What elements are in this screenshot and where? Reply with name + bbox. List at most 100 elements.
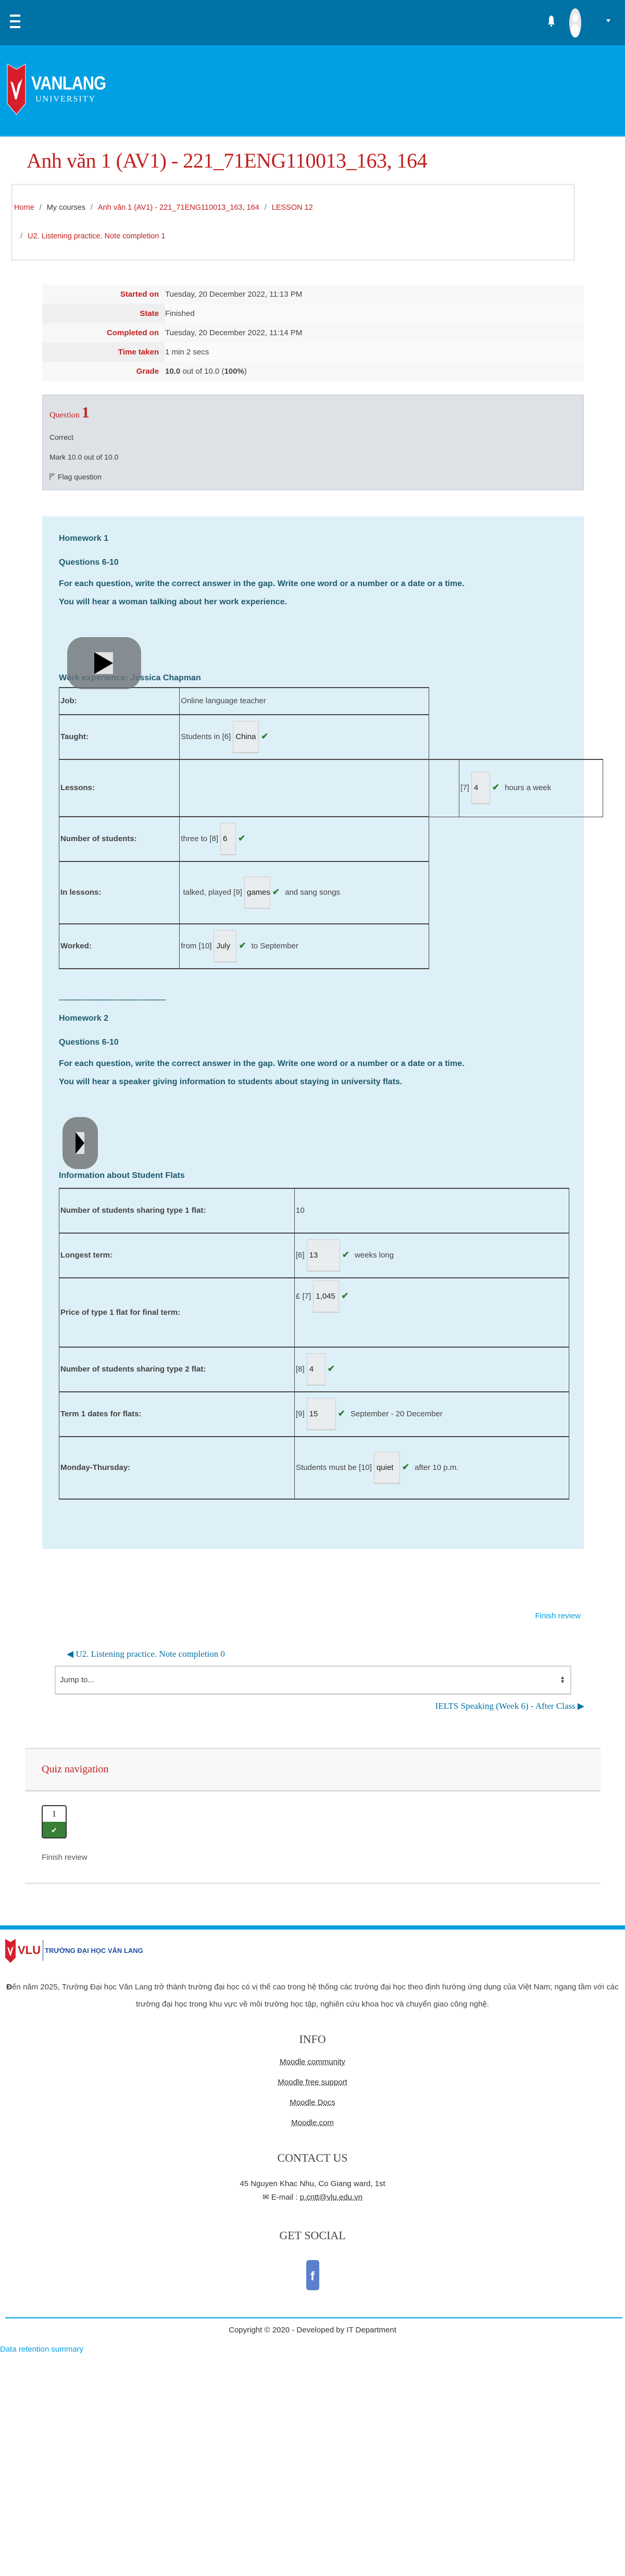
flag-icon (49, 473, 55, 480)
breadcrumb-lesson[interactable]: LESSON 12 (272, 204, 313, 212)
answer-field-10[interactable]: quiet (373, 1452, 400, 1484)
correct-check-icon: ✔ (261, 731, 269, 741)
homework-title: Homework 1 (59, 534, 109, 543)
question-status: Correct (49, 433, 73, 441)
next-activity-link[interactable]: IELTS Speaking (Week 6) - After Class ▶ (0, 1701, 584, 1711)
shield-logo-icon (7, 64, 26, 115)
question-content: Homework 1 Questions 6-10 For each quest… (42, 516, 603, 1549)
summary-row: Time taken 1 min 2 secs (42, 342, 584, 362)
work-experience-table: Job: Online language teacher Taught: Stu… (58, 687, 603, 969)
table-row: Number of students sharing type 1 flat: … (59, 1188, 569, 1234)
listening-context: You will hear a woman talking about her … (59, 598, 288, 606)
correct-check-icon: ✔ (341, 1290, 349, 1301)
jump-to-select[interactable]: Jump to... ▲ ▼ (55, 1666, 571, 1695)
summary-value: Tuesday, 20 December 2022, 11:14 PM (165, 323, 584, 342)
correct-check-icon: ✔ (492, 782, 500, 793)
address: 45 Nguyen Khac Nhu, Co Giang ward, 1st (240, 2179, 385, 2188)
summary-row: State Finished (42, 304, 584, 323)
contact-heading: CONTACT US (277, 2151, 348, 2164)
summary-row: Completed on Tuesday, 20 December 2022, 1… (42, 323, 584, 342)
correct-check-icon: ✔ (239, 940, 246, 950)
correct-check-icon: ✔ (272, 886, 280, 897)
breadcrumb-course[interactable]: Anh văn 1 (AV1) - 221_71ENG110013_163, 1… (98, 204, 259, 212)
answer-field-7[interactable]: 1,045 (313, 1280, 340, 1313)
university-logo[interactable]: VANLANG UNIVERSITY (7, 63, 119, 115)
summary-row: Grade 10.0 out of 10.0 (100%) (42, 362, 584, 381)
question-mark: Mark 10.0 out of 10.0 (49, 453, 119, 461)
user-avatar[interactable] (569, 8, 581, 37)
listening-context: You will hear a speaker giving informati… (59, 1077, 403, 1086)
section-separator: ----------------------------------------… (59, 995, 166, 1004)
shield-logo-icon (5, 1939, 16, 1963)
correct-check-icon: ✔ (342, 1249, 349, 1260)
questions-range: Questions 6-10 (59, 558, 119, 567)
table-title: Information about Student Flats (59, 1171, 185, 1180)
answer-field-6[interactable]: China (233, 721, 259, 753)
correct-check-icon: ✔ (43, 1822, 66, 1837)
finish-review-nav-link[interactable]: Finish review (42, 1853, 584, 1862)
homework-title: Homework 2 (59, 1014, 109, 1023)
table-row: Number of students: three to [8] 6 ✔ (58, 816, 603, 862)
answer-field-8[interactable]: 4 (306, 1353, 326, 1386)
answer-field-6[interactable]: 13 (306, 1239, 340, 1272)
summary-value: Tuesday, 20 December 2022, 11:13 PM (165, 285, 584, 304)
email-line: ✉ E-mail : p.cntt@vlu.edu.vn (262, 2193, 363, 2202)
quiz-navigation-block: Quiz navigation 1 ✔ Finish review (25, 1748, 601, 1884)
question-info-box: Question 1 Correct Mark 10.0 out of 10.0… (42, 395, 584, 490)
answer-field-7[interactable]: 4 (471, 772, 490, 805)
breadcrumb-home[interactable]: Home (14, 204, 34, 212)
moodle-support-link[interactable]: Moodle free support (0, 2078, 625, 2087)
table-row: Price of type 1 flat for final term: £ [… (59, 1277, 569, 1348)
quiz-navigation-title: Quiz navigation (42, 1763, 109, 1775)
play-icon (76, 1132, 84, 1154)
grade-value: 10.0 out of 10.0 (100%) (165, 362, 584, 381)
answer-field-9[interactable]: 15 (306, 1398, 336, 1430)
instructions: For each question, write the correct ans… (59, 1059, 465, 1068)
breadcrumb: Home / My courses / Anh văn 1 (AV1) - 221_71… (11, 184, 575, 261)
data-retention-link[interactable]: Data retention summary (0, 2345, 625, 2354)
hamburger-icon[interactable] (10, 15, 20, 31)
page-title: Anh văn 1 (AV1) - 221_71ENG110013_163, 1… (27, 149, 427, 172)
table-row: Number of students sharing type 2 flat: … (59, 1347, 569, 1392)
attempt-summary-table: Started on Tuesday, 20 December 2022, 11:… (42, 285, 584, 381)
table-row: Job: Online language teacher (58, 687, 603, 715)
footer-logo: VLU TRƯỜNG ĐẠI HỌC VĂN LANG (5, 1938, 625, 1963)
user-menu-caret-icon[interactable] (606, 19, 610, 22)
answer-field-9[interactable]: games (244, 877, 270, 909)
answer-field-8[interactable]: 6 (220, 823, 236, 855)
breadcrumb-quiz[interactable]: U2. Listening practice. Note completion … (28, 232, 165, 240)
question-nav-button[interactable]: 1 ✔ (42, 1805, 67, 1838)
audio-play-button[interactable] (67, 637, 141, 689)
table-row: Taught: Students in [6] China ✔ (58, 714, 603, 760)
logo-sub-text: UNIVERSITY (35, 95, 96, 104)
bell-icon[interactable] (548, 15, 555, 27)
site-banner: VANLANG UNIVERSITY (0, 45, 625, 137)
play-icon (94, 652, 113, 674)
facebook-icon[interactable]: f (306, 2260, 319, 2290)
finish-review-link[interactable]: Finish review (0, 1611, 581, 1620)
audio-play-button[interactable] (63, 1117, 98, 1169)
social-heading: GET SOCIAL (279, 2229, 346, 2242)
summary-value: Finished (165, 304, 584, 323)
table-row: Monday-Thursday: Students must be [10] qu… (59, 1436, 569, 1500)
info-heading: INFO (299, 2033, 326, 2046)
correct-check-icon: ✔ (327, 1363, 335, 1374)
answer-field-10[interactable]: July (214, 930, 237, 962)
previous-activity-link[interactable]: ◀ U2. Listening practice. Note completio… (67, 1649, 625, 1659)
summary-label: Completed on (42, 323, 165, 342)
correct-check-icon: ✔ (338, 1408, 345, 1418)
summary-value: 1 min 2 secs (165, 342, 584, 362)
select-arrows-icon: ▲ ▼ (560, 1674, 565, 1685)
moodle-community-link[interactable]: Moodle community (0, 2058, 625, 2066)
email-link[interactable]: p.cntt@vlu.edu.vn (300, 2193, 362, 2202)
site-footer: VLU TRƯỜNG ĐẠI HỌC VĂN LANG Đến năm 2025… (0, 1925, 625, 2354)
flag-question-button[interactable]: Flag question (49, 473, 577, 481)
mission-statement: Đến năm 2025, Trường Đại học Văn Lang tr… (6, 1983, 619, 2009)
instructions: For each question, write the correct ans… (59, 579, 465, 588)
table-row: Lessons: [7] 4 ✔ hours a week (58, 759, 603, 817)
questions-range: Questions 6-10 (59, 1038, 119, 1047)
caret-right-icon: ▶ (577, 1701, 584, 1711)
top-navbar (0, 0, 625, 45)
moodle-com-link[interactable]: Moodle.com (0, 2118, 625, 2127)
moodle-docs-link[interactable]: Moodle Docs (0, 2098, 625, 2107)
